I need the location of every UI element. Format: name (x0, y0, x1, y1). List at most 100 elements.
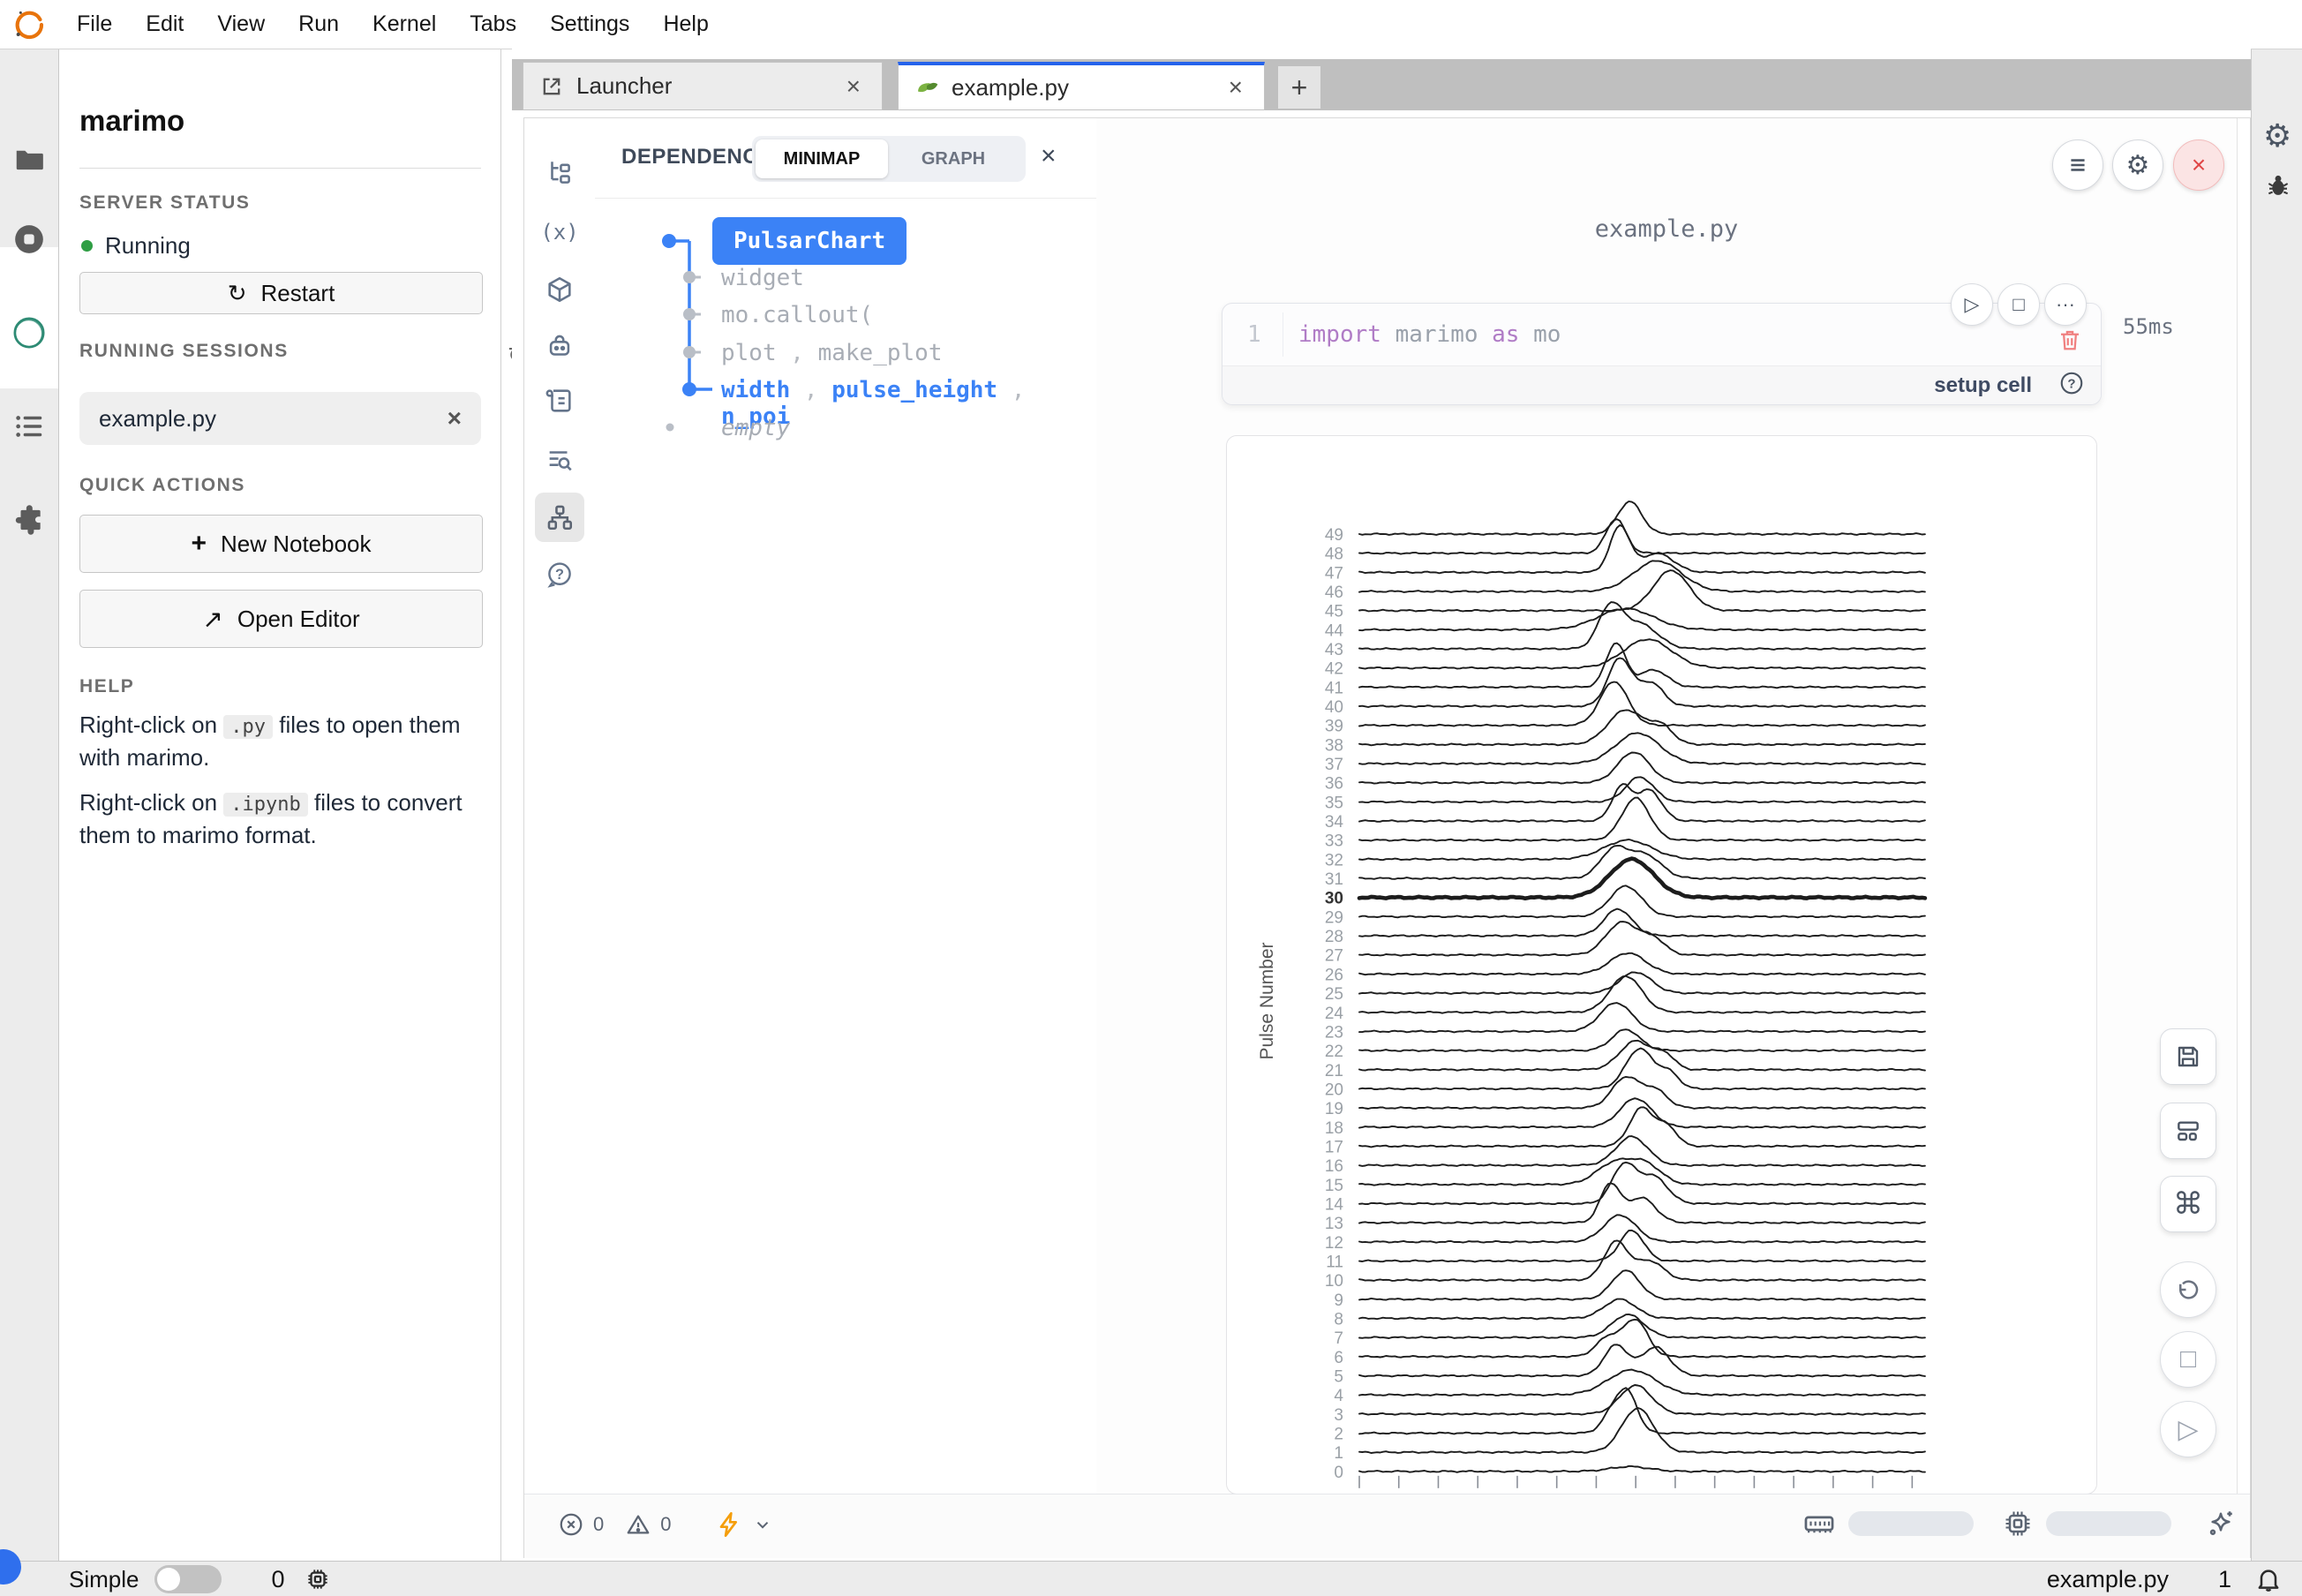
setup-help-icon[interactable]: ? (2058, 370, 2085, 401)
separator: , (997, 377, 1025, 403)
separator: , (790, 377, 831, 403)
leaf-icon (914, 75, 939, 100)
tab-launcher[interactable]: Launcher × (523, 62, 883, 110)
files-folder-icon[interactable] (0, 138, 58, 182)
extensions-puzzle-icon[interactable] (0, 498, 58, 542)
keyboard-shortcuts-button[interactable]: ⌘ (2160, 1176, 2216, 1232)
notebook-shutdown-button[interactable]: × (2173, 139, 2224, 191)
pulse-row-line (1359, 1320, 1925, 1358)
scroll-gutter[interactable] (2237, 118, 2238, 1494)
chevron-down-icon[interactable] (753, 1515, 772, 1534)
pulse-row-line (1359, 1077, 1925, 1109)
errors-icon[interactable] (558, 1511, 584, 1538)
pulse-row-line (1359, 1041, 1925, 1071)
dependencies-graph-icon[interactable] (535, 493, 584, 542)
tab-example[interactable]: example.py × (898, 62, 1265, 110)
y-tick-label: 17 (1325, 1138, 1343, 1156)
y-tick-label: 36 (1325, 775, 1343, 794)
y-tick-label: 13 (1325, 1215, 1343, 1233)
menu-file[interactable]: File (77, 11, 112, 37)
y-tick-label: 38 (1325, 736, 1343, 755)
dep-node-pulsarchart[interactable]: PulsarChart (712, 217, 907, 265)
text-search-icon[interactable] (535, 435, 584, 485)
line-number: 1 (1247, 321, 1261, 348)
notebook-status-bar: 0 0 (524, 1494, 2250, 1558)
stop-cell-button[interactable]: □ (1997, 283, 2040, 326)
svg-text:?: ? (555, 567, 564, 583)
session-item[interactable]: example.py × (79, 392, 481, 445)
help-text: Right-click on (79, 789, 223, 816)
running-sessions-icon[interactable] (0, 217, 58, 261)
toggle-minimap[interactable]: MINIMAP (756, 139, 888, 178)
settings-gear-icon[interactable]: ⚙ (2263, 118, 2291, 154)
layout-button[interactable] (2160, 1103, 2216, 1159)
ai-robot-icon[interactable] (535, 322, 584, 372)
dep-node-callout[interactable]: mo.callout( (721, 302, 873, 328)
ai-sparkle-icon[interactable] (2205, 1508, 2237, 1540)
pulse-row-line (1359, 1003, 1925, 1032)
run-all-button[interactable]: ▷ (2160, 1401, 2216, 1457)
tab-example-close-icon[interactable]: × (1223, 73, 1248, 102)
pulsar-chart-svg: Pulse Number4948474645444342414039383736… (1227, 436, 2097, 1494)
run-cell-button[interactable]: ▷ (1951, 283, 1993, 326)
cpu-usage-bar (2046, 1511, 2171, 1536)
warnings-icon[interactable] (625, 1511, 651, 1538)
y-tick-label: 3 (1334, 1406, 1343, 1425)
bell-icon[interactable] (2254, 1565, 2283, 1593)
y-tick-label: 43 (1325, 641, 1343, 659)
y-tick-label: 35 (1325, 794, 1343, 812)
save-button[interactable] (2160, 1028, 2216, 1085)
menu-edit[interactable]: Edit (146, 11, 184, 37)
restart-button[interactable]: ↻ Restart (79, 272, 483, 314)
interrupt-button[interactable]: □ (2160, 1331, 2216, 1388)
pulse-row-line (1359, 561, 1925, 592)
divider (79, 168, 481, 169)
ram-usage-bar (1848, 1511, 1974, 1536)
dependencies-close-icon[interactable]: × (1041, 141, 1057, 171)
open-editor-button[interactable]: ↗ Open Editor (79, 590, 483, 648)
tab-launcher-close-icon[interactable]: × (841, 72, 866, 101)
menu-view[interactable]: View (217, 11, 265, 37)
cell-more-options-button[interactable]: ··· (2044, 283, 2087, 326)
dep-node-plot[interactable]: plot , make_plot (721, 340, 942, 366)
file-tree-icon[interactable] (535, 148, 584, 198)
new-notebook-button[interactable]: + New Notebook (79, 515, 483, 573)
packages-icon[interactable] (535, 265, 584, 314)
logs-scroll-icon[interactable] (535, 376, 584, 425)
undo-button[interactable] (2160, 1261, 2216, 1318)
new-tab-button[interactable]: + (1278, 66, 1320, 109)
menu-tabs[interactable]: Tabs (470, 11, 516, 37)
help-bubble-icon[interactable]: ? (535, 550, 584, 599)
pulse-row-line (1359, 1215, 1925, 1242)
dep-node-empty[interactable]: empty (721, 415, 790, 441)
run-mode-lightning-icon[interactable] (716, 1510, 744, 1539)
notebook-menu-button[interactable] (2052, 139, 2103, 191)
toggle-graph[interactable]: GRAPH (888, 139, 1019, 178)
app-window: File Edit View Run Kernel Tabs Settings … (0, 0, 2302, 1596)
menu-settings[interactable]: Settings (550, 11, 629, 37)
menu-run[interactable]: Run (298, 11, 339, 37)
marimo-ring-icon[interactable] (0, 311, 58, 355)
debug-bug-icon[interactable] (2264, 171, 2292, 204)
delete-cell-trash-icon[interactable] (2057, 327, 2083, 358)
dep-node-widget[interactable]: widget (721, 265, 804, 291)
variables-icon[interactable]: (x) (535, 207, 584, 257)
menu-kernel[interactable]: Kernel (372, 11, 436, 37)
tab-launcher-label: Launcher (576, 72, 672, 100)
arrow-up-right-icon: ↗ (202, 605, 222, 634)
help-text: Right-click on (79, 711, 223, 738)
notebook-settings-button[interactable]: ⚙ (2112, 139, 2163, 191)
table-of-contents-icon[interactable] (0, 404, 58, 448)
dep-part: width (721, 377, 790, 403)
marimo-logo-icon (11, 7, 47, 47)
y-tick-label: 25 (1325, 985, 1343, 1004)
status-file-label: example.py (2047, 1566, 2169, 1593)
code-cell[interactable]: 1 import marimo as mo setup cell ? ▷ □ (1222, 303, 2102, 405)
simple-mode-toggle[interactable] (154, 1565, 222, 1593)
cell-runtime: 55ms (2123, 314, 2174, 339)
session-close-icon[interactable]: × (448, 404, 462, 433)
menu-help[interactable]: Help (663, 11, 708, 37)
cpu-icon (2002, 1508, 2034, 1540)
y-tick-label: 28 (1325, 928, 1343, 946)
chip-icon[interactable] (305, 1566, 331, 1592)
